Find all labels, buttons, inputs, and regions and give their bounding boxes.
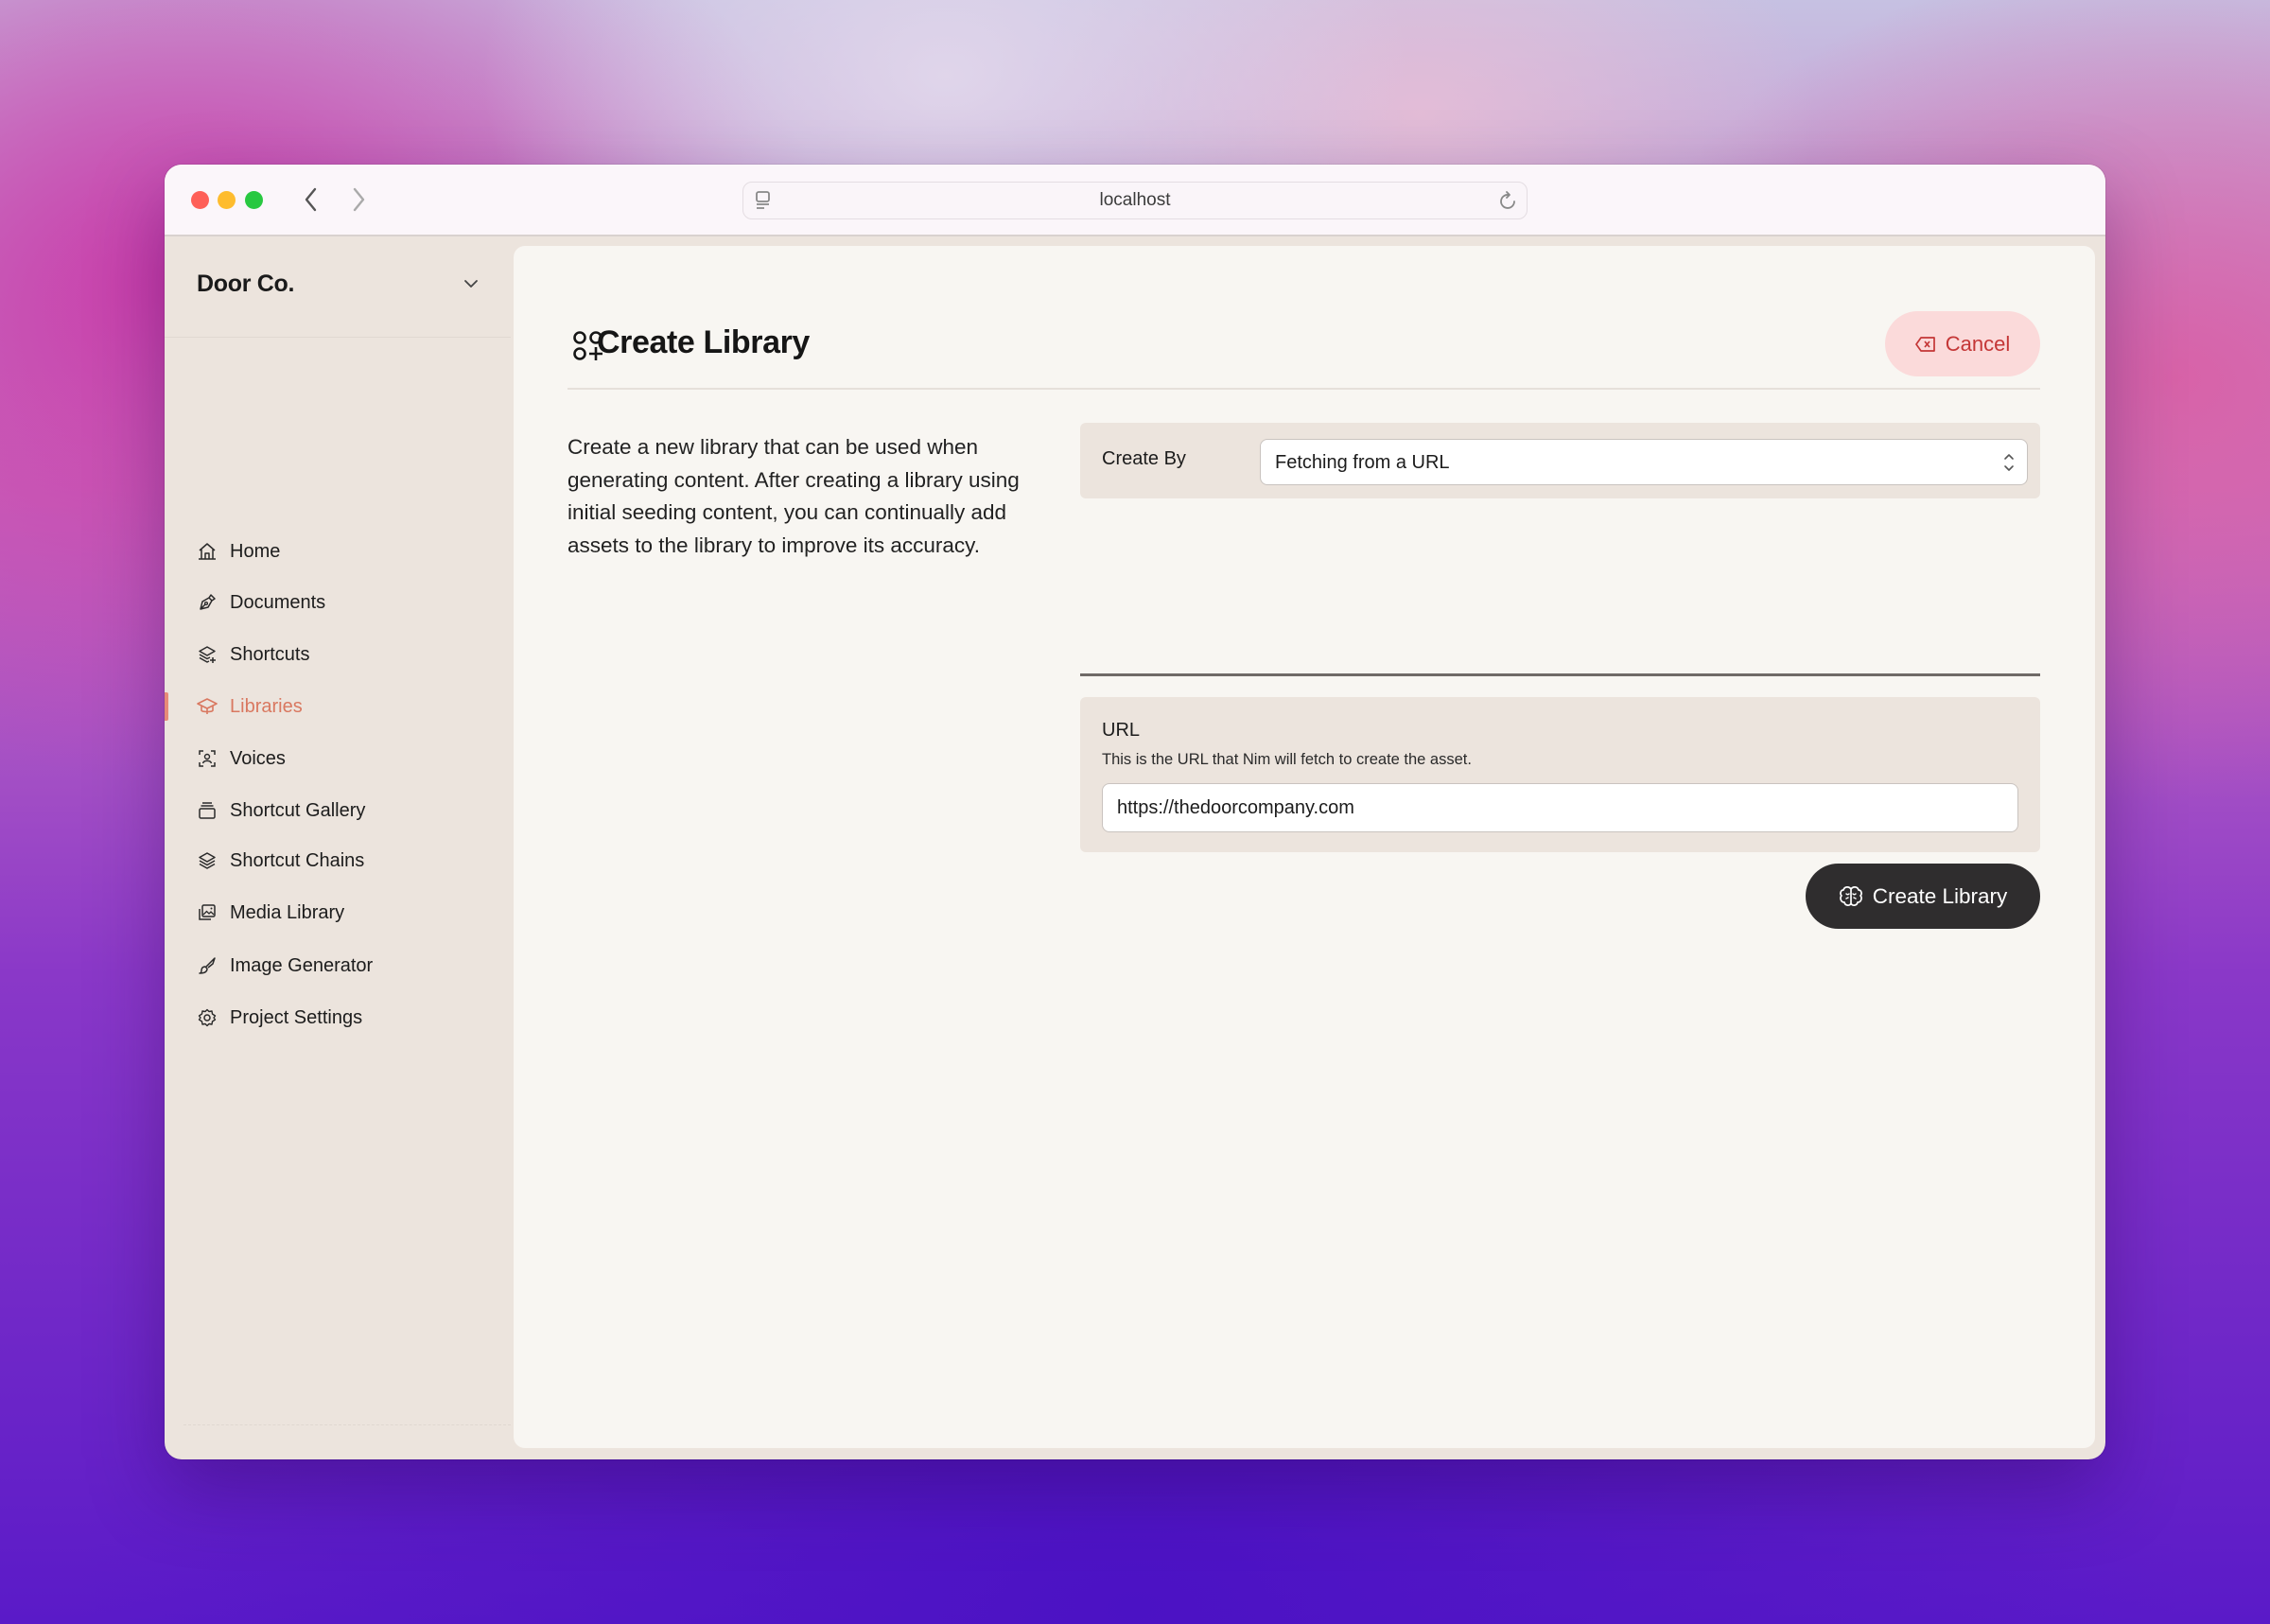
reload-icon[interactable] xyxy=(1498,189,1519,212)
url-panel: URL This is the URL that Nim will fetch … xyxy=(1080,697,2040,852)
sidebar-item-image-generator[interactable]: Image Generator xyxy=(197,950,373,982)
layers-icon xyxy=(197,850,218,871)
tab-overview-icon xyxy=(756,191,770,209)
title-divider xyxy=(568,388,2040,390)
sidebar-item-libraries[interactable]: Libraries xyxy=(197,690,303,723)
sidebar-item-documents[interactable]: Documents xyxy=(197,586,325,619)
sidebar-item-shortcut-chains[interactable]: Shortcut Chains xyxy=(197,845,364,877)
close-window-button[interactable] xyxy=(191,191,209,209)
create-by-selected-value: Fetching from a URL xyxy=(1275,452,1450,473)
sidebar-divider xyxy=(165,337,511,338)
chevron-down-icon[interactable] xyxy=(463,278,479,289)
browser-window: localhost Door Co. Home Documents Shortc… xyxy=(165,165,2105,1459)
url-text: localhost xyxy=(1099,190,1171,210)
forward-button[interactable] xyxy=(344,183,373,216)
active-indicator xyxy=(165,692,168,721)
sidebar-item-media-library[interactable]: Media Library xyxy=(197,897,344,929)
org-name[interactable]: Door Co. xyxy=(197,271,294,298)
section-divider xyxy=(1080,673,2040,676)
maximize-window-button[interactable] xyxy=(245,191,263,209)
minimize-window-button[interactable] xyxy=(218,191,236,209)
chevron-right-icon xyxy=(353,187,365,212)
cancel-button[interactable]: Cancel xyxy=(1885,311,2040,376)
backspace-icon xyxy=(1914,336,1935,352)
sidebar-item-shortcuts[interactable]: Shortcuts xyxy=(197,638,309,671)
page-title: Create Library xyxy=(597,324,810,360)
graduation-cap-icon xyxy=(197,696,218,717)
images-icon xyxy=(197,902,218,923)
user-scan-icon xyxy=(197,748,218,769)
page-description: Create a new library that can be used wh… xyxy=(568,435,1020,557)
layers-plus-icon xyxy=(197,644,218,665)
brain-icon xyxy=(1839,885,1862,906)
gear-icon xyxy=(197,1007,218,1028)
url-help-text: This is the URL that Nim will fetch to c… xyxy=(1102,751,1472,768)
browser-titlebar: localhost xyxy=(165,165,2105,236)
url-label: URL xyxy=(1102,720,1141,741)
sidebar-item-voices[interactable]: Voices xyxy=(197,742,286,775)
support-link[interactable]: Support xyxy=(197,1457,296,1459)
create-by-select[interactable]: Fetching from a URL xyxy=(1260,439,2028,485)
chevron-left-icon xyxy=(305,187,317,212)
chevron-up-down-icon xyxy=(2004,454,2014,471)
pen-nib-icon xyxy=(197,592,218,613)
gallery-stack-icon xyxy=(197,800,218,821)
url-input[interactable] xyxy=(1102,783,2018,832)
sidebar-footer-divider xyxy=(183,1424,511,1425)
create-by-label: Create By xyxy=(1102,448,1186,469)
address-bar[interactable]: localhost xyxy=(742,182,1528,219)
sidebar: Door Co. Home Documents Shortcuts Librar… xyxy=(165,236,511,1459)
home-icon xyxy=(197,541,218,562)
main-panel: Create Library Cancel Create a new libra… xyxy=(514,246,2095,1448)
sidebar-item-project-settings[interactable]: Project Settings xyxy=(197,1002,362,1034)
sidebar-item-home[interactable]: Home xyxy=(197,535,280,568)
back-button[interactable] xyxy=(297,183,325,216)
paintbrush-icon xyxy=(197,955,218,976)
sidebar-item-shortcut-gallery[interactable]: Shortcut Gallery xyxy=(197,795,365,827)
create-by-panel: Create By Fetching from a URL xyxy=(1080,423,2040,498)
create-library-button[interactable]: Create Library xyxy=(1806,864,2040,929)
